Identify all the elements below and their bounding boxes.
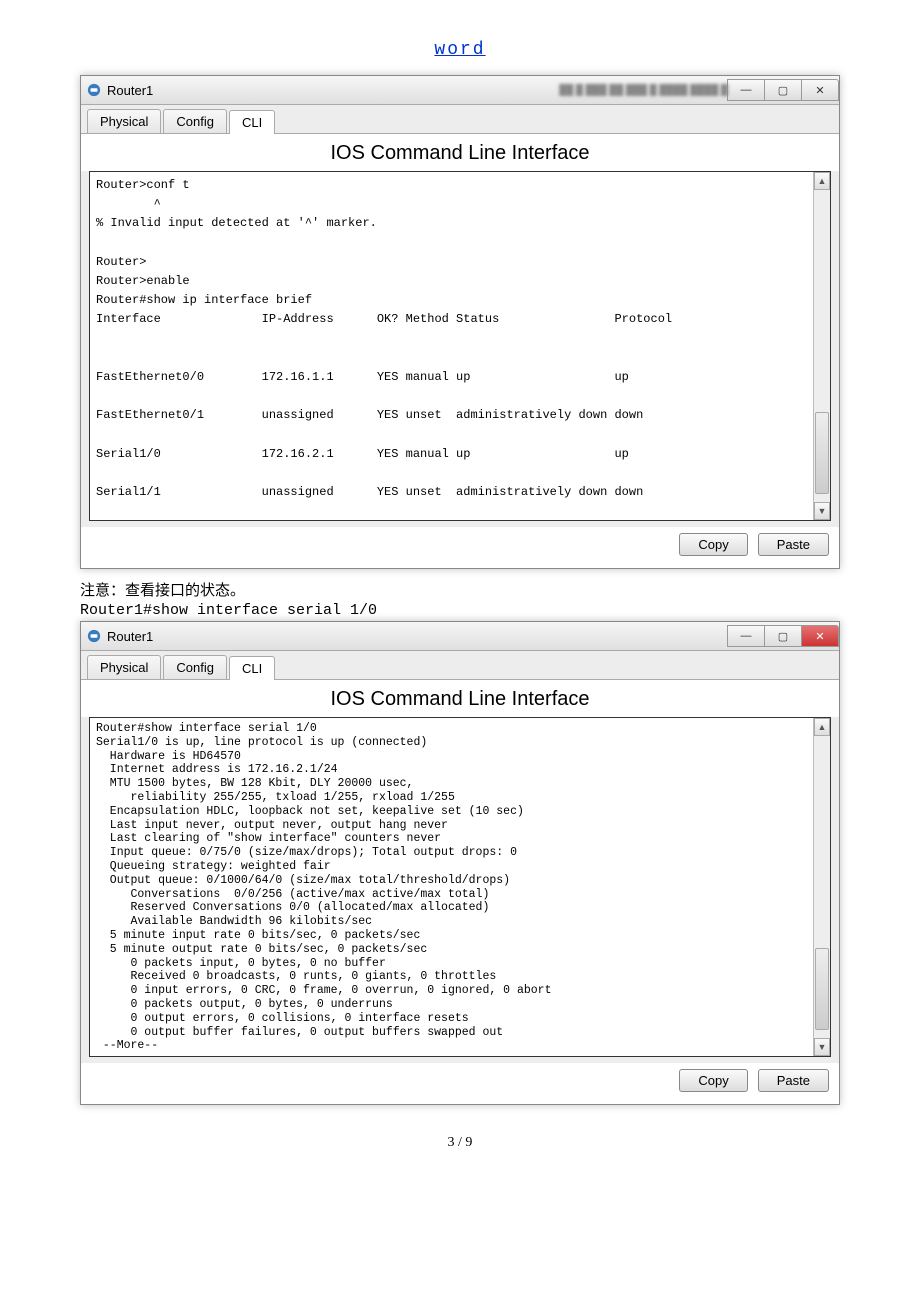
command-line: Router1#show interface serial 1/0 <box>80 602 840 619</box>
page-number: 3 / 9 <box>80 1135 840 1151</box>
window-title: Router1 <box>107 629 728 644</box>
titlebar: Router1 — ▢ ✕ <box>81 622 839 651</box>
scroll-up-icon[interactable]: ▲ <box>814 172 830 190</box>
scroll-down-icon[interactable]: ▼ <box>814 502 830 520</box>
tab-config[interactable]: Config <box>163 109 227 133</box>
word-link[interactable]: word <box>434 40 485 60</box>
app-icon <box>87 83 101 97</box>
tab-config[interactable]: Config <box>163 655 227 679</box>
scroll-thumb[interactable] <box>815 412 829 494</box>
scroll-thumb[interactable] <box>815 948 829 1030</box>
window-title: Router1 <box>107 83 459 98</box>
copy-button[interactable]: Copy <box>679 533 747 556</box>
close-button[interactable]: ✕ <box>801 625 839 647</box>
cli-heading: IOS Command Line Interface <box>81 134 839 171</box>
close-button[interactable]: ✕ <box>801 79 839 101</box>
note-text: 注意：查看接口的状态。 <box>80 579 840 600</box>
tab-physical[interactable]: Physical <box>87 109 161 133</box>
scroll-down-icon[interactable]: ▼ <box>814 1038 830 1056</box>
tab-bar: Physical Config CLI <box>81 651 839 680</box>
scroll-up-icon[interactable]: ▲ <box>814 718 830 736</box>
header-link: word <box>80 40 840 60</box>
paste-button[interactable]: Paste <box>758 1069 829 1092</box>
scrollbar[interactable]: ▲ ▼ <box>813 172 830 520</box>
maximize-button[interactable]: ▢ <box>764 79 802 101</box>
tab-physical[interactable]: Physical <box>87 655 161 679</box>
maximize-button[interactable]: ▢ <box>764 625 802 647</box>
minimize-button[interactable]: — <box>727 625 765 647</box>
tab-cli[interactable]: CLI <box>229 110 275 134</box>
app-icon <box>87 629 101 643</box>
cli-terminal[interactable]: Router#show interface serial 1/0 Serial1… <box>89 717 831 1057</box>
cli-terminal[interactable]: Router>conf t ^ % Invalid input detected… <box>89 171 831 521</box>
router1-window-2: Router1 — ▢ ✕ Physical Config CLI IOS Co… <box>80 621 840 1105</box>
router1-window-1: Router1 ██ █ ███ ██ ███ █ ████ ████ █ — … <box>80 75 840 569</box>
tab-cli[interactable]: CLI <box>229 656 275 680</box>
titlebar-blur: ██ █ ███ ██ ███ █ ████ ████ █ <box>459 85 728 96</box>
titlebar: Router1 ██ █ ███ ██ ███ █ ████ ████ █ — … <box>81 76 839 105</box>
paste-button[interactable]: Paste <box>758 533 829 556</box>
tab-bar: Physical Config CLI <box>81 105 839 134</box>
copy-button[interactable]: Copy <box>679 1069 747 1092</box>
scrollbar[interactable]: ▲ ▼ <box>813 718 830 1056</box>
cli-heading: IOS Command Line Interface <box>81 680 839 717</box>
minimize-button[interactable]: — <box>727 79 765 101</box>
